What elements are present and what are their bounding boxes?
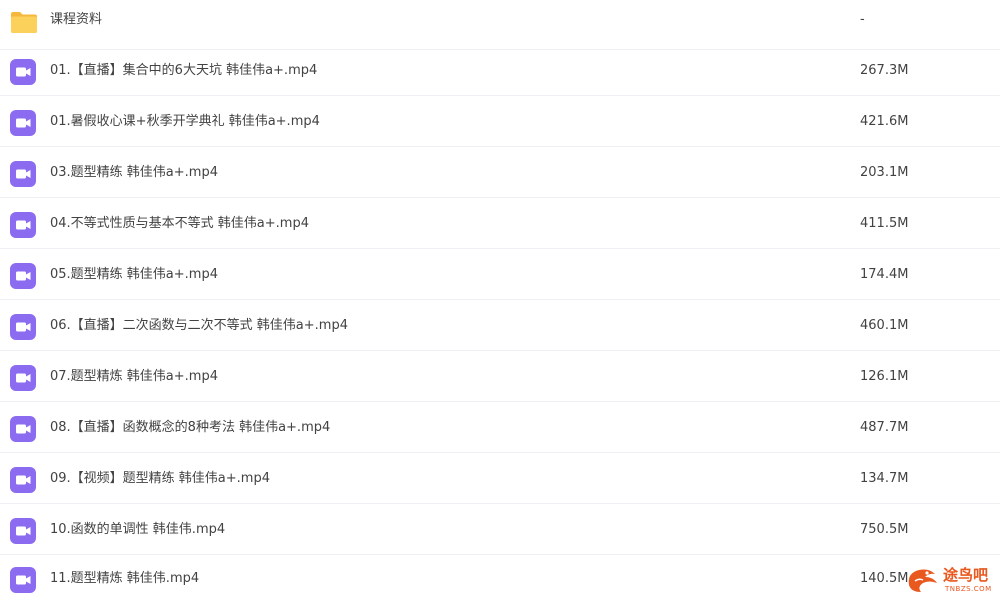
bird-logo-icon [905,565,941,595]
video-file-icon [10,263,36,289]
list-item-video[interactable]: 01.暑假收心课+秋季开学典礼 韩佳伟a+.mp4 421.6M [0,97,1000,147]
file-size: 126.1M [860,369,909,384]
file-name: 05.题型精练 韩佳伟a+.mp4 [50,267,218,282]
file-size: 460.1M [860,318,909,333]
list-item-video[interactable]: 04.不等式性质与基本不等式 韩佳伟a+.mp4 411.5M [0,199,1000,249]
file-name: 10.函数的单调性 韩佳伟.mp4 [50,522,226,537]
list-item-video[interactable]: 07.题型精炼 韩佳伟a+.mp4 126.1M [0,352,1000,402]
file-size: - [860,12,865,27]
video-file-icon [10,161,36,187]
watermark-subtext: TNBZS.COM [945,585,992,593]
file-name: 07.题型精炼 韩佳伟a+.mp4 [50,369,218,384]
list-item-video[interactable]: 06.【直播】二次函数与二次不等式 韩佳伟a+.mp4 460.1M [0,301,1000,351]
file-name: 04.不等式性质与基本不等式 韩佳伟a+.mp4 [50,216,309,231]
file-size: 421.6M [860,114,909,129]
watermark: 途鸟吧 TNBZS.COM [905,563,997,597]
video-file-icon [10,365,36,391]
video-file-icon [10,110,36,136]
video-file-icon [10,314,36,340]
file-size: 411.5M [860,216,909,231]
video-file-icon [10,212,36,238]
list-item-video[interactable]: 09.【视频】题型精练 韩佳伟a+.mp4 134.7M [0,454,1000,504]
file-size: 203.1M [860,165,909,180]
list-item-video[interactable]: 08.【直播】函数概念的8种考法 韩佳伟a+.mp4 487.7M [0,403,1000,453]
video-file-icon [10,416,36,442]
file-size: 174.4M [860,267,909,282]
list-item-video[interactable]: 01.【直播】集合中的6大天坑 韩佳伟a+.mp4 267.3M [0,46,1000,96]
file-list: 课程资料 - 01.【直播】集合中的6大天坑 韩佳伟a+.mp4 267.3M … [0,0,1000,599]
file-name: 11.题型精炼 韩佳伟.mp4 [50,571,200,586]
folder-icon [10,10,37,36]
file-name: 06.【直播】二次函数与二次不等式 韩佳伟a+.mp4 [50,318,348,333]
file-size: 134.7M [860,471,909,486]
file-name: 01.暑假收心课+秋季开学典礼 韩佳伟a+.mp4 [50,114,320,129]
video-file-icon [10,59,36,85]
list-item-video[interactable]: 03.题型精练 韩佳伟a+.mp4 203.1M [0,148,1000,198]
file-size: 750.5M [860,522,909,537]
file-name: 03.题型精练 韩佳伟a+.mp4 [50,165,218,180]
list-item-video[interactable]: 05.题型精练 韩佳伟a+.mp4 174.4M [0,250,1000,300]
watermark-text: 途鸟吧 [943,566,989,584]
video-file-icon [10,467,36,493]
list-item-video[interactable]: 10.函数的单调性 韩佳伟.mp4 750.5M [0,505,1000,555]
file-size: 487.7M [860,420,909,435]
video-file-icon [10,567,36,593]
file-size: 140.5M [860,571,909,586]
file-size: 267.3M [860,63,909,78]
file-name: 09.【视频】题型精练 韩佳伟a+.mp4 [50,471,270,486]
list-item-folder[interactable]: 课程资料 - [0,0,1000,50]
video-file-icon [10,518,36,544]
file-name: 08.【直播】函数概念的8种考法 韩佳伟a+.mp4 [50,420,331,435]
file-name: 01.【直播】集合中的6大天坑 韩佳伟a+.mp4 [50,63,318,78]
file-name: 课程资料 [50,12,103,27]
